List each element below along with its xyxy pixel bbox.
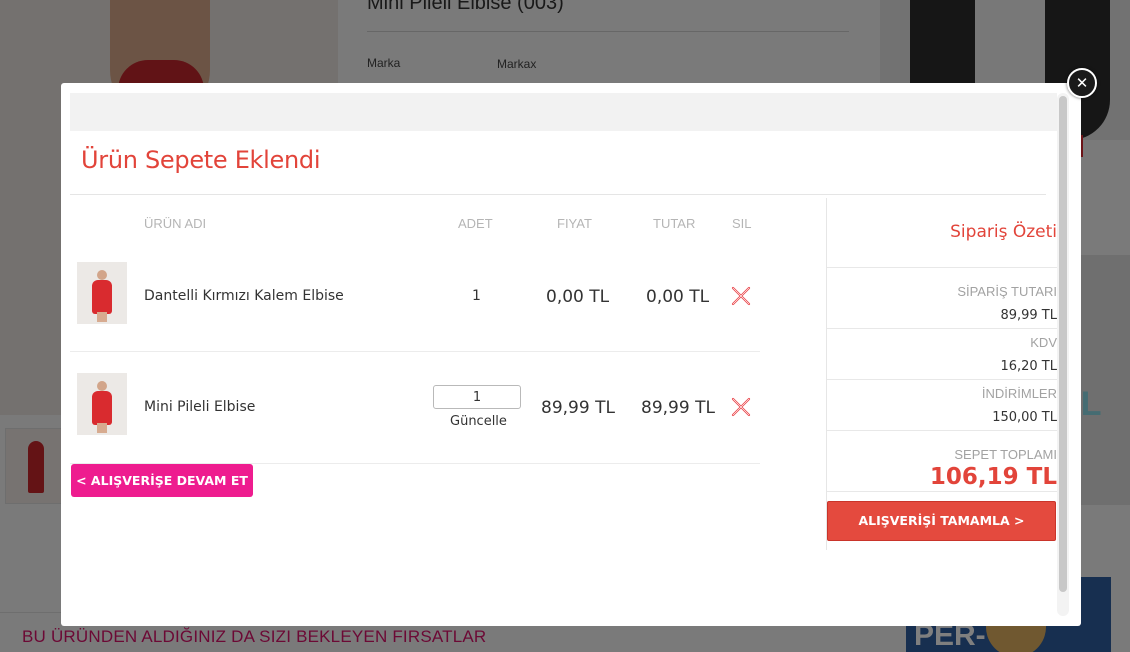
discount-label: İNDİRİMLER xyxy=(981,386,1057,401)
column-header-total: TUTAR xyxy=(653,216,696,231)
cart-item-price: 89,99 TL xyxy=(541,398,615,418)
summary-divider xyxy=(827,267,1058,268)
summary-divider xyxy=(827,491,1058,492)
scrollbar-thumb[interactable] xyxy=(1059,96,1067,592)
summary-divider xyxy=(827,379,1058,380)
cart-item-total: 89,99 TL xyxy=(641,398,715,418)
column-header-name: ÜRÜN ADI xyxy=(144,216,207,231)
complete-purchase-button[interactable]: ALIŞVERİŞİ TAMAMLA > xyxy=(827,501,1056,541)
cart-item-image[interactable] xyxy=(77,262,127,324)
column-header-delete: SIL xyxy=(732,216,752,231)
cart-item-image[interactable] xyxy=(77,373,127,435)
order-summary: Sipariş Özeti SİPARİŞ TUTARI 89,99 TL KD… xyxy=(826,198,1058,550)
vat-value: 16,20 TL xyxy=(1000,359,1057,374)
column-header-qty: ADET xyxy=(458,216,493,231)
cart-modal: Ürün Sepete Eklendi ÜRÜN ADI ADET FIYAT … xyxy=(61,83,1081,626)
modal-topbar xyxy=(70,93,1057,131)
close-icon[interactable]: ✕ xyxy=(1067,68,1097,98)
cart-item-name[interactable]: Mini Pileli Elbise xyxy=(144,399,255,415)
continue-shopping-button[interactable]: < ALIŞVERİŞE DEVAM ET xyxy=(71,464,253,497)
cart-item-total: 0,00 TL xyxy=(646,287,710,307)
row-divider xyxy=(70,351,760,352)
cart-total-value: 106,19 TL xyxy=(929,464,1057,490)
cart-item-qty: 1 xyxy=(472,288,481,304)
summary-divider xyxy=(827,430,1058,431)
column-header-price: FIYAT xyxy=(557,216,592,231)
model-legs xyxy=(97,312,107,322)
cart-item-name[interactable]: Dantelli Kırmızı Kalem Elbise xyxy=(144,288,344,304)
model-dress xyxy=(92,280,112,314)
model-head xyxy=(97,270,107,280)
model-dress xyxy=(92,391,112,425)
cart-item-price: 0,00 TL xyxy=(546,287,610,307)
delete-icon[interactable] xyxy=(731,286,751,306)
modal-title: Ürün Sepete Eklendi xyxy=(81,146,321,174)
update-quantity-link[interactable]: Güncelle xyxy=(450,414,507,429)
title-divider xyxy=(70,194,1046,195)
model-legs xyxy=(97,423,107,433)
discount-value: 150,00 TL xyxy=(992,410,1057,425)
summary-divider xyxy=(827,328,1058,329)
order-total-label: SİPARİŞ TUTARI xyxy=(957,284,1057,299)
cart-total-label: SEPET TOPLAMI xyxy=(954,447,1057,462)
summary-title: Sipariş Özeti xyxy=(950,222,1057,242)
delete-icon[interactable] xyxy=(731,397,751,417)
vat-label: KDV xyxy=(1030,335,1057,350)
modal-scrollbar[interactable] xyxy=(1057,93,1069,616)
order-total-value: 89,99 TL xyxy=(1000,308,1057,323)
model-head xyxy=(97,381,107,391)
quantity-input[interactable] xyxy=(433,385,521,409)
